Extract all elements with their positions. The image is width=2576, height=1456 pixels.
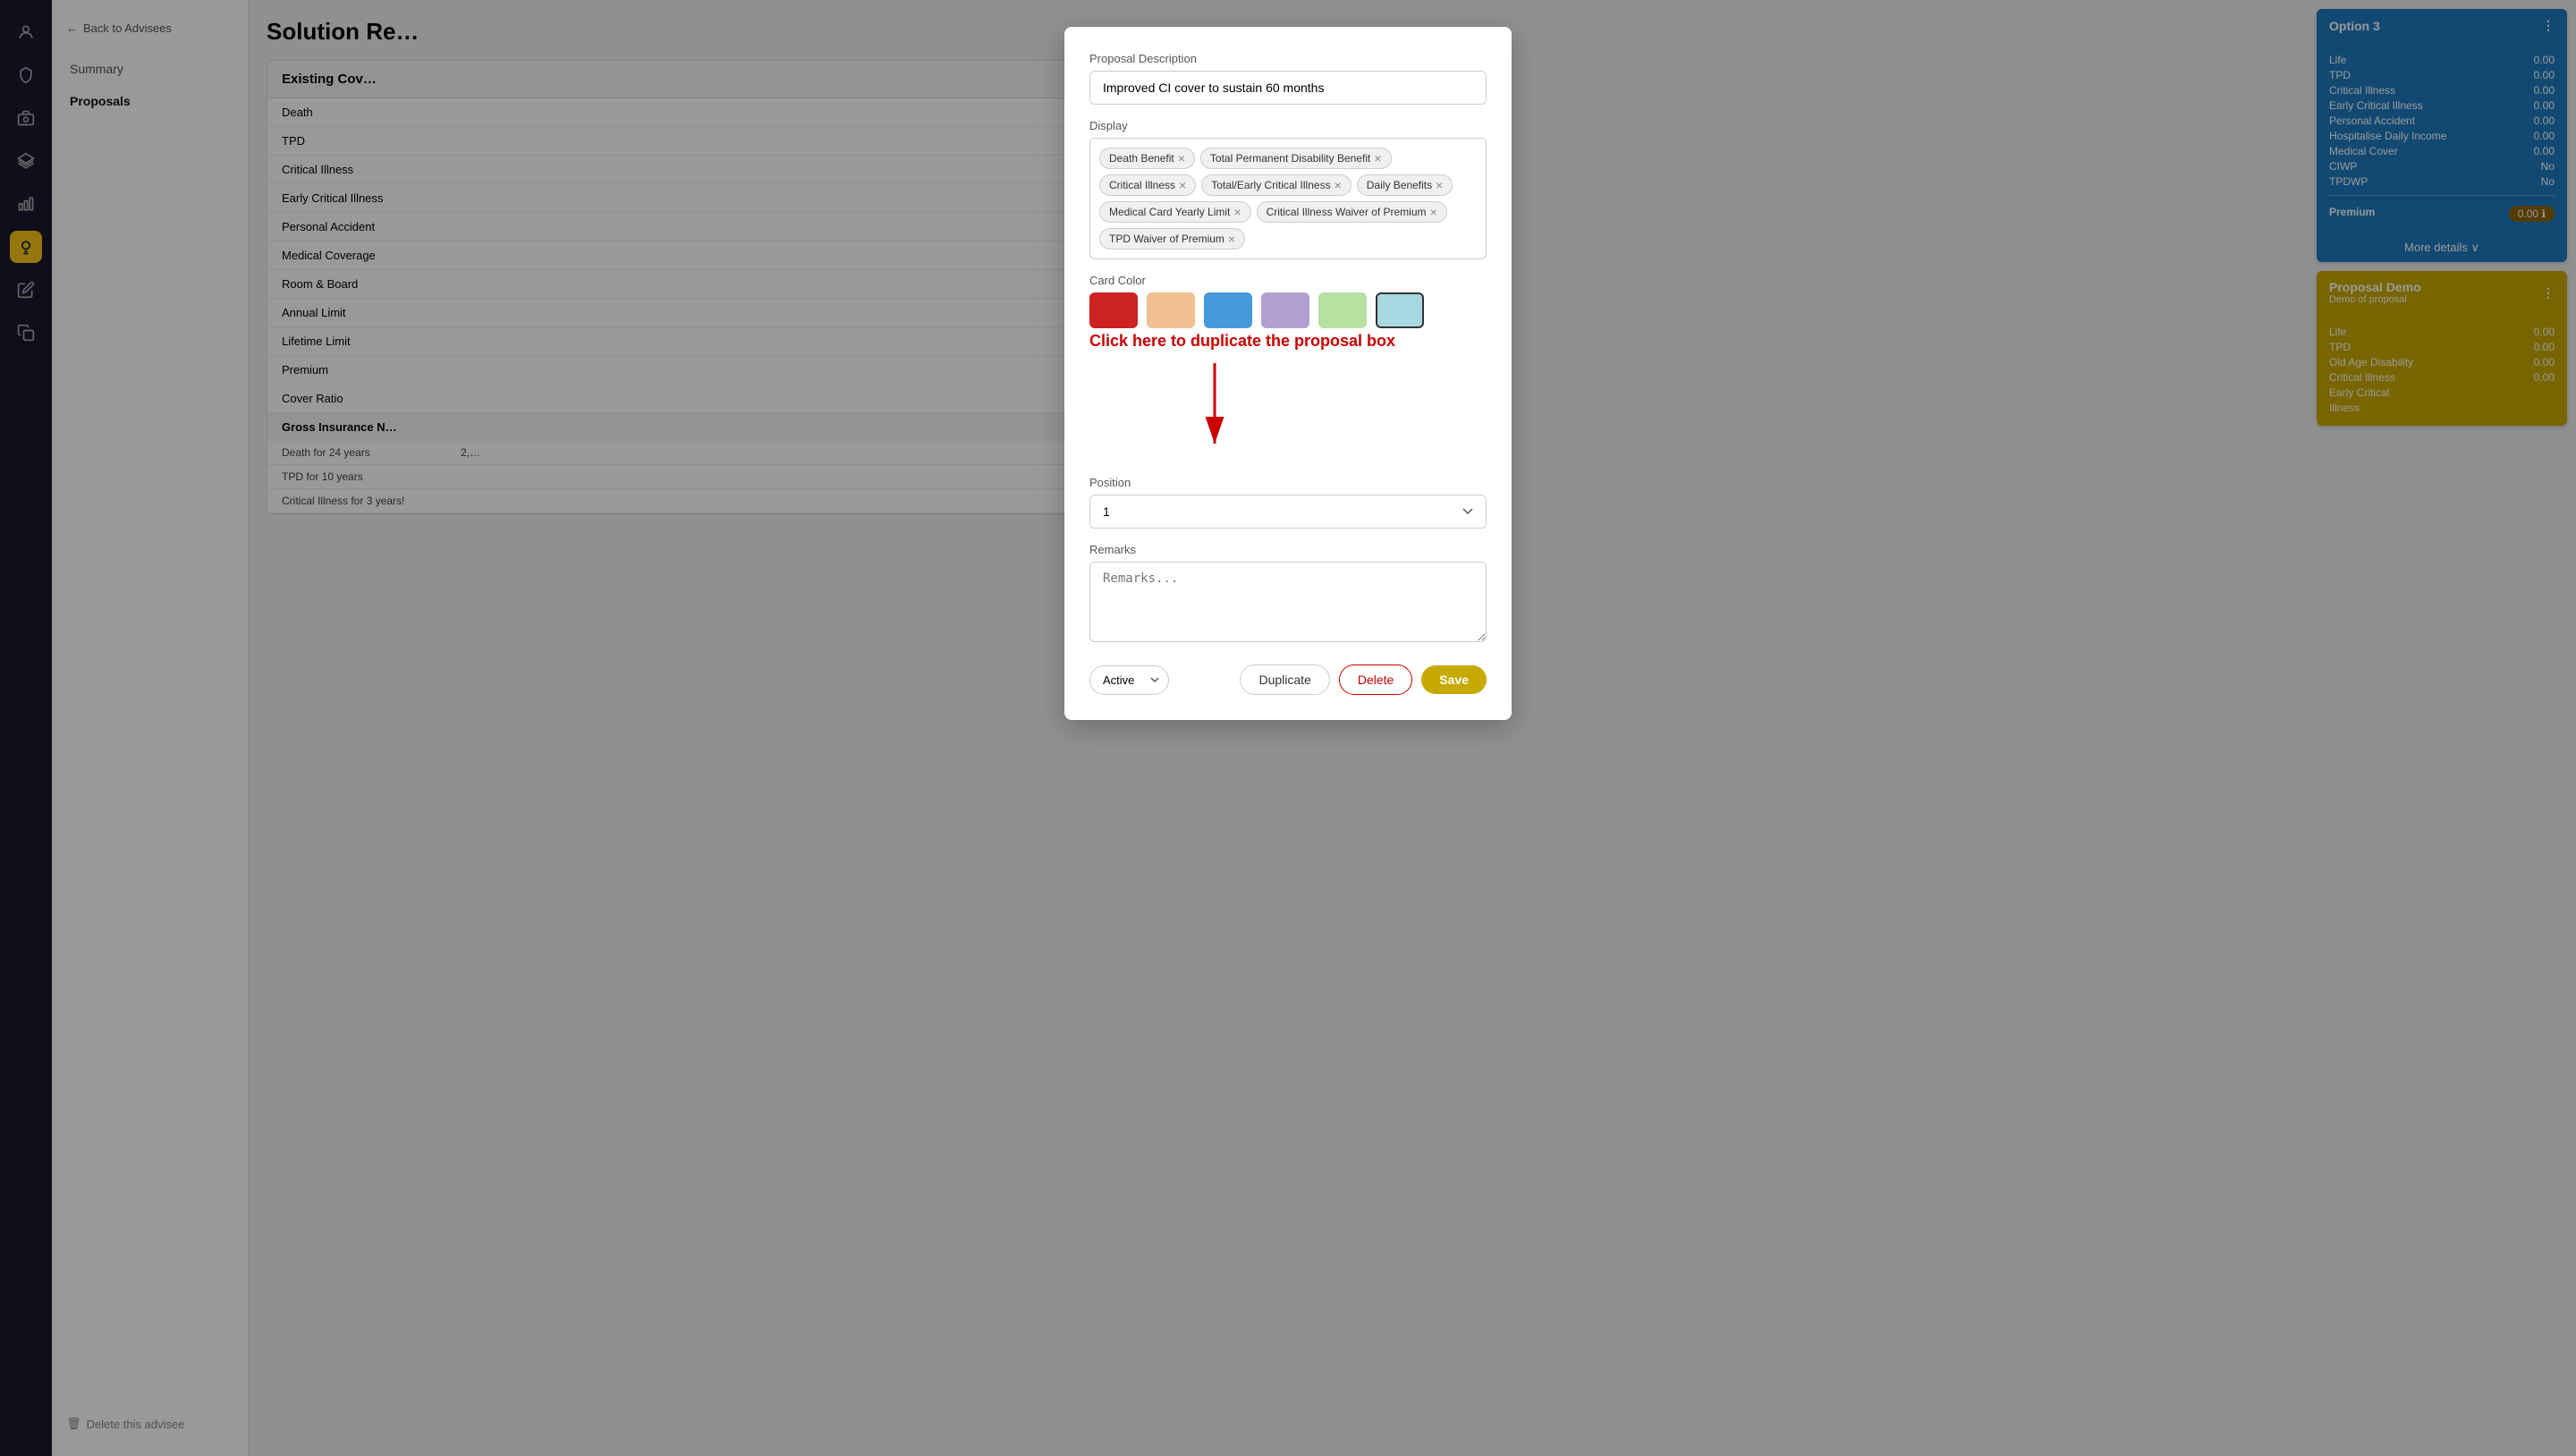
annotation-area: Click here to duplicate the proposal box	[1089, 332, 1487, 461]
color-swatch-lightblue[interactable]	[1376, 292, 1424, 328]
tag-tpd-benefit-remove[interactable]: ×	[1374, 152, 1381, 165]
proposal-description-label: Proposal Description	[1089, 52, 1487, 65]
color-swatch-peach[interactable]	[1147, 292, 1195, 328]
display-label: Display	[1089, 119, 1487, 132]
modal: Proposal Description Display Death Benef…	[1064, 27, 1512, 720]
position-select[interactable]: 1	[1089, 495, 1487, 529]
tag-daily-benefits: Daily Benefits ×	[1357, 174, 1453, 196]
annotation-arrow-svg	[1089, 354, 1322, 461]
color-swatch-purple[interactable]	[1261, 292, 1309, 328]
card-color-label: Card Color	[1089, 274, 1487, 287]
tag-tpd-benefit: Total Permanent Disability Benefit ×	[1200, 148, 1392, 169]
proposal-description-input[interactable]	[1089, 71, 1487, 105]
tags-container: Death Benefit × Total Permanent Disabili…	[1089, 138, 1487, 259]
save-button[interactable]: Save	[1421, 665, 1487, 694]
modal-footer: Active Inactive Duplicate Delete Save	[1089, 665, 1487, 695]
color-row	[1089, 292, 1487, 328]
remarks-label: Remarks	[1089, 543, 1487, 556]
modal-buttons: Duplicate Delete Save	[1240, 665, 1487, 695]
tag-daily-benefits-remove[interactable]: ×	[1436, 179, 1443, 191]
position-label: Position	[1089, 476, 1487, 489]
status-select[interactable]: Active Inactive	[1089, 665, 1169, 695]
delete-button[interactable]: Delete	[1339, 665, 1412, 695]
color-swatch-red[interactable]	[1089, 292, 1138, 328]
modal-overlay: Proposal Description Display Death Benef…	[0, 0, 2576, 1456]
tag-critical-illness: Critical Illness ×	[1099, 174, 1196, 196]
tag-tpdwp: TPD Waiver of Premium ×	[1099, 228, 1245, 250]
tag-total-early-ci: Total/Early Critical Illness ×	[1201, 174, 1352, 196]
color-swatch-green[interactable]	[1318, 292, 1367, 328]
tag-death-benefit-remove[interactable]: ×	[1178, 152, 1185, 165]
tag-critical-illness-remove[interactable]: ×	[1179, 179, 1186, 191]
annotation-text: Click here to duplicate the proposal box	[1089, 332, 1487, 351]
tag-ciwp-remove[interactable]: ×	[1430, 206, 1437, 218]
tag-medical-card-remove[interactable]: ×	[1233, 206, 1241, 218]
duplicate-button[interactable]: Duplicate	[1240, 665, 1329, 695]
tag-death-benefit: Death Benefit ×	[1099, 148, 1195, 169]
tag-total-early-ci-remove[interactable]: ×	[1335, 179, 1342, 191]
tag-medical-card: Medical Card Yearly Limit ×	[1099, 201, 1251, 223]
tag-ciwp: Critical Illness Waiver of Premium ×	[1257, 201, 1447, 223]
remarks-textarea[interactable]	[1089, 562, 1487, 642]
tag-tpdwp-remove[interactable]: ×	[1228, 233, 1235, 245]
color-swatch-blue[interactable]	[1204, 292, 1252, 328]
